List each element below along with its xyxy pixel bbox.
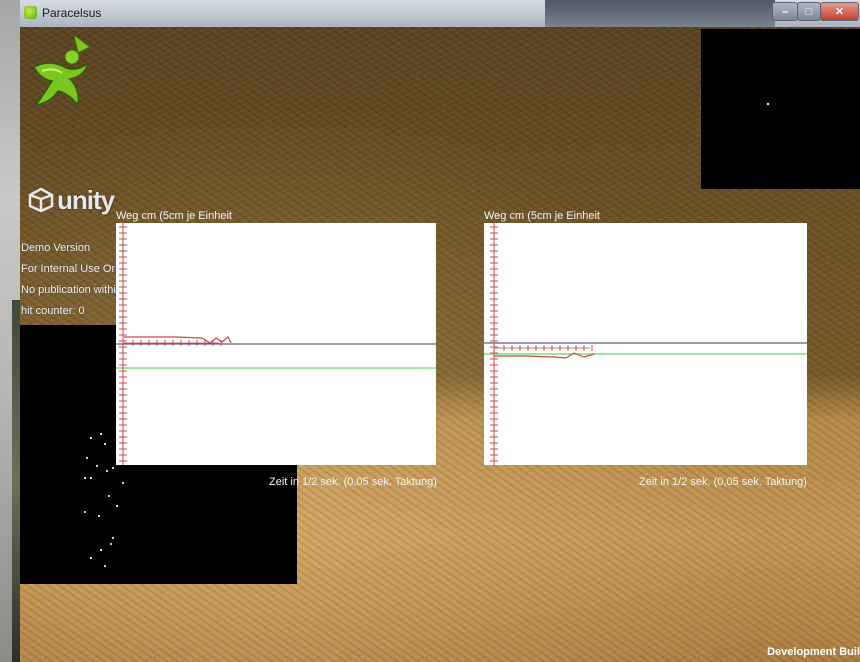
camera-view-top-right: [701, 29, 860, 189]
particle-dot: [96, 465, 98, 467]
window-title: Paracelsus: [42, 6, 102, 20]
particle-dot: [98, 515, 100, 517]
particle-dot: [84, 511, 86, 513]
unity-logo: unity: [28, 184, 115, 215]
maximize-icon: □: [805, 5, 813, 18]
title-bar[interactable]: Paracelsus – □ ✕: [20, 0, 860, 28]
maximize-button[interactable]: □: [797, 2, 821, 21]
paracelsus-logo: [32, 33, 91, 107]
hud-line-4: hit counter: 0: [21, 305, 85, 317]
close-icon: ✕: [834, 6, 845, 18]
plot-2-xlabel: Zeit in 1/2 sek. (0,05 sek. Taktung): [639, 476, 807, 488]
particle-dot: [767, 103, 769, 105]
unity-cube-icon: [28, 187, 54, 213]
particle-dot: [104, 443, 106, 445]
game-viewport[interactable]: unity Demo Version For Internal Use Or N…: [20, 27, 860, 662]
particle-dot: [108, 495, 110, 497]
particle-dot: [84, 477, 86, 479]
particle-dot: [116, 505, 118, 507]
plot-2-canvas: [484, 223, 807, 465]
titlebar-glass: [545, 0, 775, 27]
unity-wordmark: unity: [57, 184, 115, 215]
particle-dot: [112, 467, 114, 469]
development-build-label: Development Buil: [767, 646, 860, 658]
minimize-icon: –: [781, 5, 789, 18]
particle-dot: [104, 565, 106, 567]
desktop-wallpaper-strip: [12, 300, 20, 662]
particle-dot: [110, 543, 112, 545]
red-trace: [124, 336, 232, 344]
plot-1-title: Weg cm (5cm je Einheit: [116, 210, 232, 222]
hud-line-1: Demo Version: [21, 242, 91, 254]
plot-1-xlabel: Zeit in 1/2 sek. (0,05 sek. Taktung): [269, 476, 437, 488]
particle-dot: [100, 549, 102, 551]
plot-1-panel: [116, 223, 436, 465]
particle-dot: [122, 482, 124, 484]
minimize-button[interactable]: –: [772, 2, 798, 21]
particle-dot: [106, 470, 108, 472]
hud-line-2: For Internal Use Or: [21, 263, 116, 275]
hud-line-3: No publication withi: [21, 284, 116, 296]
particle-dot: [90, 477, 92, 479]
particle-dot: [100, 433, 102, 435]
particle-dot: [86, 457, 88, 459]
particle-dot: [90, 557, 92, 559]
close-button[interactable]: ✕: [820, 2, 859, 21]
plot-2-panel: [484, 223, 807, 465]
particle-dot: [90, 437, 92, 439]
plot-2-title: Weg cm (5cm je Einheit: [484, 210, 600, 222]
app-icon: [24, 6, 37, 19]
particle-dot: [112, 537, 114, 539]
app-window: Paracelsus – □ ✕ unity Demo Version For …: [20, 0, 860, 662]
plot-1-canvas: [116, 223, 436, 465]
